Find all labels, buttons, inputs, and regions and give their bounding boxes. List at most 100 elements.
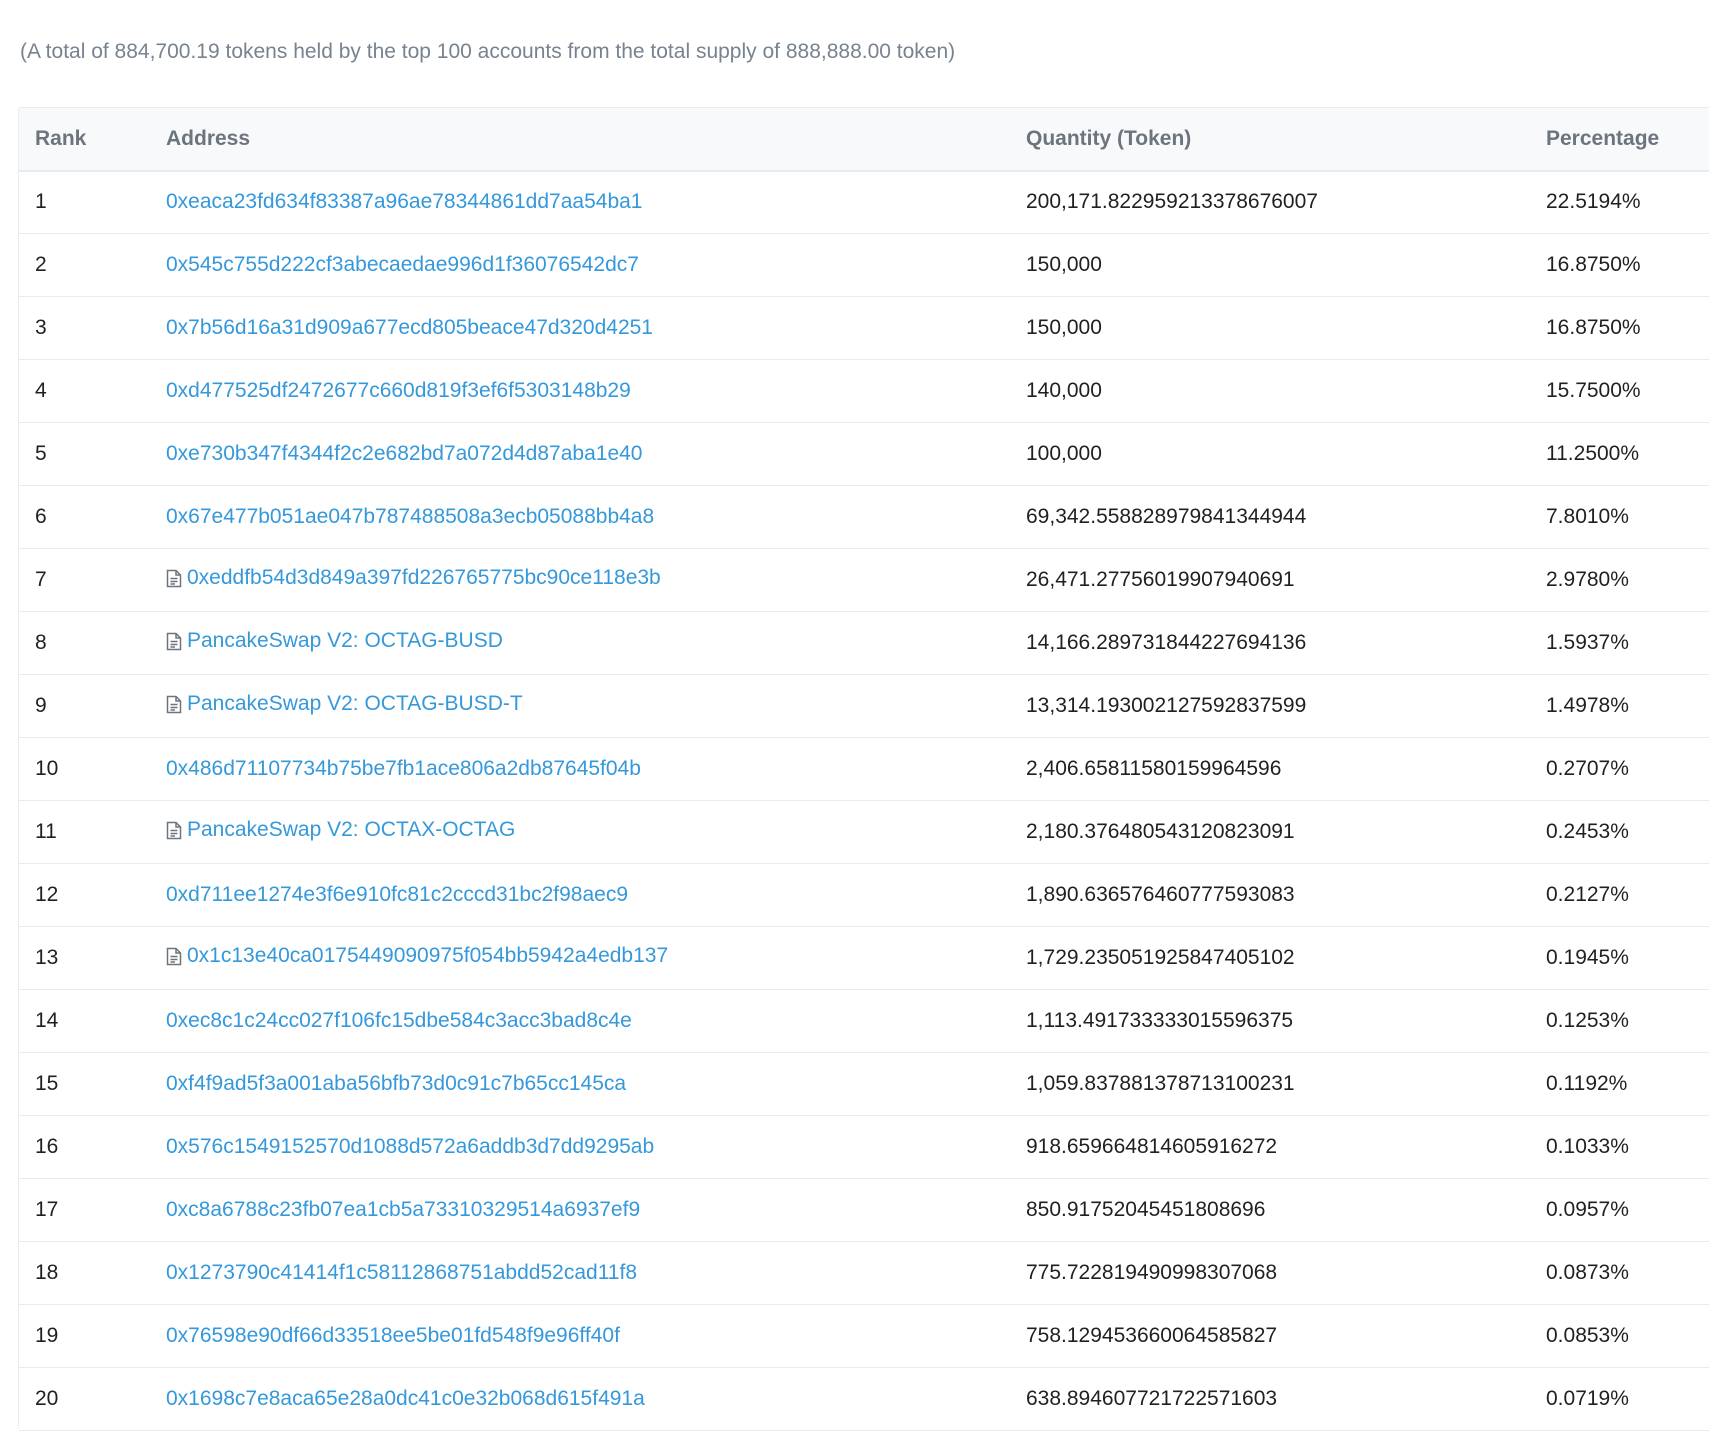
table-row: 18 0x1273790c41414f1c58112868751abdd52cad… bbox=[19, 1241, 1709, 1305]
address-cell: PancakeSwap V2: OCTAX-OCTAG bbox=[150, 800, 1010, 864]
address-link[interactable]: PancakeSwap V2: OCTAX-OCTAG bbox=[166, 818, 515, 842]
holders-summary: (A total of 884,700.19 tokens held by th… bbox=[20, 40, 956, 63]
address-text: 0xd711ee1274e3f6e910fc81c2cccd31bc2f98ae… bbox=[166, 883, 628, 906]
quantity-cell: 850.91752045451808696 bbox=[1010, 1178, 1530, 1242]
address-text: PancakeSwap V2: OCTAX-OCTAG bbox=[187, 818, 516, 842]
rank-column-header: Rank bbox=[19, 107, 150, 172]
address-text: 0xd477525df2472677c660d819f3ef6f5303148b… bbox=[166, 379, 631, 402]
percentage-cell: 0.0853% bbox=[1530, 1304, 1709, 1368]
address-text: 0xe730b347f4344f2c2e682bd7a072d4d87aba1e… bbox=[166, 442, 643, 465]
quantity-column-header: Quantity (Token) bbox=[1010, 107, 1530, 172]
address-cell: 0xeddfb54d3d849a397fd226765775bc90ce118e… bbox=[150, 548, 1010, 612]
address-cell: 0xc8a6788c23fb07ea1cb5a73310329514a6937e… bbox=[150, 1178, 1010, 1242]
address-text: 0x545c755d222cf3abecaedae996d1f36076542d… bbox=[166, 253, 639, 276]
rank-cell: 5 bbox=[19, 422, 150, 486]
table-row: 13 0x1c13e40ca0175449090975f054bb5942a4ed… bbox=[19, 926, 1709, 990]
quantity-cell: 1,729.235051925847405102 bbox=[1010, 926, 1530, 990]
percentage-cell: 1.4978% bbox=[1530, 674, 1709, 738]
table-row: 10 0x486d71107734b75be7fb1ace806a2db87645… bbox=[19, 737, 1709, 801]
table-row: 6 0x67e477b051ae047b787488508a3ecb05088bb… bbox=[19, 485, 1709, 549]
percentage-cell: 0.1253% bbox=[1530, 989, 1709, 1053]
address-cell: PancakeSwap V2: OCTAG-BUSD bbox=[150, 611, 1010, 675]
table-header: Rank Address Quantity (Token) Percentage bbox=[19, 107, 1709, 172]
address-link[interactable]: 0x1c13e40ca0175449090975f054bb5942a4edb1… bbox=[166, 944, 668, 968]
address-link[interactable]: 0xec8c1c24cc027f106fc15dbe584c3acc3bad8c… bbox=[166, 1009, 632, 1033]
quantity-cell: 13,314.193002127592837599 bbox=[1010, 674, 1530, 738]
address-link[interactable]: 0xeaca23fd634f83387a96ae78344861dd7aa54b… bbox=[166, 190, 642, 214]
quantity-cell: 140,000 bbox=[1010, 359, 1530, 423]
address-text: PancakeSwap V2: OCTAG-BUSD-T bbox=[187, 692, 523, 716]
address-text: 0x76598e90df66d33518ee5be01fd548f9e96ff4… bbox=[166, 1324, 620, 1347]
percentage-cell: 1.5937% bbox=[1530, 611, 1709, 675]
address-text: 0x7b56d16a31d909a677ecd805beace47d320d42… bbox=[166, 316, 653, 339]
table-row: 4 0xd477525df2472677c660d819f3ef6f5303148… bbox=[19, 359, 1709, 423]
address-link[interactable]: 0xe730b347f4344f2c2e682bd7a072d4d87aba1e… bbox=[166, 442, 642, 466]
address-link[interactable]: 0xd711ee1274e3f6e910fc81c2cccd31bc2f98ae… bbox=[166, 883, 628, 907]
quantity-cell: 14,166.289731844227694136 bbox=[1010, 611, 1530, 675]
percentage-cell: 0.1945% bbox=[1530, 926, 1709, 990]
rank-cell: 3 bbox=[19, 296, 150, 360]
rank-cell: 18 bbox=[19, 1241, 150, 1305]
table-row: 15 0xf4f9ad5f3a001aba56bfb73d0c91c7b65cc1… bbox=[19, 1052, 1709, 1116]
address-cell: 0x486d71107734b75be7fb1ace806a2db87645f0… bbox=[150, 737, 1010, 801]
address-cell: 0x67e477b051ae047b787488508a3ecb05088bb4… bbox=[150, 485, 1010, 549]
address-text: 0x67e477b051ae047b787488508a3ecb05088bb4… bbox=[166, 505, 655, 528]
table-row: 7 0xeddfb54d3d849a397fd226765775bc90ce118… bbox=[19, 548, 1709, 612]
address-link[interactable]: 0xc8a6788c23fb07ea1cb5a73310329514a6937e… bbox=[166, 1198, 640, 1222]
quantity-cell: 26,471.27756019907940691 bbox=[1010, 548, 1530, 612]
address-link[interactable]: PancakeSwap V2: OCTAG-BUSD-T bbox=[166, 692, 523, 716]
rank-cell: 8 bbox=[19, 611, 150, 675]
quantity-cell: 69,342.558828979841344944 bbox=[1010, 485, 1530, 549]
rank-cell: 9 bbox=[19, 674, 150, 738]
percentage-cell: 0.0873% bbox=[1530, 1241, 1709, 1305]
address-link[interactable]: 0x545c755d222cf3abecaedae996d1f36076542d… bbox=[166, 253, 639, 277]
address-link[interactable]: 0xd477525df2472677c660d819f3ef6f5303148b… bbox=[166, 379, 631, 403]
percentage-cell: 16.8750% bbox=[1530, 233, 1709, 297]
address-link[interactable]: 0x1698c7e8aca65e28a0dc41c0e32b068d615f49… bbox=[166, 1387, 645, 1411]
percentage-cell: 16.8750% bbox=[1530, 296, 1709, 360]
percentage-cell: 22.5194% bbox=[1530, 170, 1709, 234]
address-text: 0xc8a6788c23fb07ea1cb5a73310329514a6937e… bbox=[166, 1198, 641, 1221]
table-row: 16 0x576c1549152570d1088d572a6addb3d7dd92… bbox=[19, 1115, 1709, 1179]
quantity-cell: 200,171.822959213378676007 bbox=[1010, 170, 1530, 234]
rank-cell: 7 bbox=[19, 548, 150, 612]
table-row: 19 0x76598e90df66d33518ee5be01fd548f9e96f… bbox=[19, 1304, 1709, 1368]
quantity-cell: 918.659664814605916272 bbox=[1010, 1115, 1530, 1179]
address-link[interactable]: PancakeSwap V2: OCTAG-BUSD bbox=[166, 629, 503, 653]
table-row: 12 0xd711ee1274e3f6e910fc81c2cccd31bc2f98… bbox=[19, 863, 1709, 927]
address-link[interactable]: 0xf4f9ad5f3a001aba56bfb73d0c91c7b65cc145… bbox=[166, 1072, 626, 1096]
address-link[interactable]: 0x1273790c41414f1c58112868751abdd52cad11… bbox=[166, 1261, 637, 1285]
address-link[interactable]: 0x7b56d16a31d909a677ecd805beace47d320d42… bbox=[166, 316, 653, 340]
address-link[interactable]: 0x576c1549152570d1088d572a6addb3d7dd9295… bbox=[166, 1135, 654, 1159]
quantity-cell: 758.129453660064585827 bbox=[1010, 1304, 1530, 1368]
percentage-cell: 0.2453% bbox=[1530, 800, 1709, 864]
table-row: 14 0xec8c1c24cc027f106fc15dbe584c3acc3bad… bbox=[19, 989, 1709, 1053]
address-cell: PancakeSwap V2: OCTAG-BUSD-T bbox=[150, 674, 1010, 738]
address-link[interactable]: 0x486d71107734b75be7fb1ace806a2db87645f0… bbox=[166, 757, 641, 781]
file-document-icon bbox=[166, 821, 182, 840]
address-cell: 0xeaca23fd634f83387a96ae78344861dd7aa54b… bbox=[150, 170, 1010, 234]
percentage-cell: 0.0957% bbox=[1530, 1178, 1709, 1242]
rank-cell: 6 bbox=[19, 485, 150, 549]
table-row: 2 0x545c755d222cf3abecaedae996d1f36076542… bbox=[19, 233, 1709, 297]
rank-cell: 4 bbox=[19, 359, 150, 423]
percentage-cell: 7.8010% bbox=[1530, 485, 1709, 549]
table-row: 20 0x1698c7e8aca65e28a0dc41c0e32b068d615f… bbox=[19, 1367, 1709, 1431]
file-document-icon bbox=[166, 569, 182, 588]
percentage-cell: 0.2707% bbox=[1530, 737, 1709, 801]
address-link[interactable]: 0xeddfb54d3d849a397fd226765775bc90ce118e… bbox=[166, 566, 661, 590]
address-text: 0xf4f9ad5f3a001aba56bfb73d0c91c7b65cc145… bbox=[166, 1072, 627, 1095]
table-body: 1 0xeaca23fd634f83387a96ae78344861dd7aa54… bbox=[19, 170, 1709, 1431]
address-link[interactable]: 0x76598e90df66d33518ee5be01fd548f9e96ff4… bbox=[166, 1324, 620, 1348]
address-cell: 0xd477525df2472677c660d819f3ef6f5303148b… bbox=[150, 359, 1010, 423]
rank-cell: 14 bbox=[19, 989, 150, 1053]
address-cell: 0xe730b347f4344f2c2e682bd7a072d4d87aba1e… bbox=[150, 422, 1010, 486]
rank-cell: 19 bbox=[19, 1304, 150, 1368]
quantity-cell: 100,000 bbox=[1010, 422, 1530, 486]
address-cell: 0xd711ee1274e3f6e910fc81c2cccd31bc2f98ae… bbox=[150, 863, 1010, 927]
file-document-icon bbox=[166, 947, 182, 966]
table-row: 1 0xeaca23fd634f83387a96ae78344861dd7aa54… bbox=[19, 170, 1709, 234]
address-cell: 0x1c13e40ca0175449090975f054bb5942a4edb1… bbox=[150, 926, 1010, 990]
address-link[interactable]: 0x67e477b051ae047b787488508a3ecb05088bb4… bbox=[166, 505, 654, 529]
percentage-cell: 0.2127% bbox=[1530, 863, 1709, 927]
